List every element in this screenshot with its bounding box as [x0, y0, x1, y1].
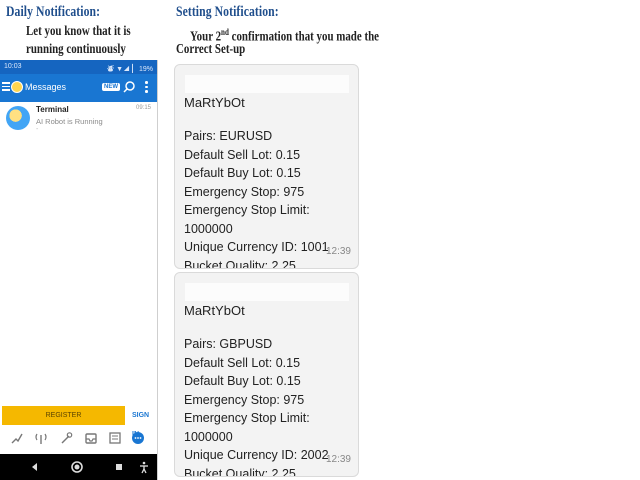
notification-header-blank [185, 75, 349, 93]
recents-icon[interactable] [112, 460, 126, 474]
phone-screenshot: 10:03 ⛇ ▼◢ ▏19% Messages NEW Terminal AI… [0, 60, 158, 480]
pairs-line: Pairs: EURUSD [184, 129, 273, 143]
setting-notification-heading: Setting Notification: [176, 4, 279, 20]
daily-notification-text-2: running continuously [26, 42, 126, 57]
sign-in-button[interactable]: SIGN IN [132, 406, 157, 438]
setting-notification-text-2: Correct Set-up [176, 42, 246, 57]
message-time: 09:15 [135, 105, 151, 111]
bucket-quality-line: Bucket Quality: 2.25 [184, 258, 296, 269]
app-bar: Messages NEW [0, 74, 157, 102]
news-icon[interactable] [108, 431, 122, 445]
emergency-stop-line: Emergency Stop: 975 [184, 392, 305, 407]
more-options-icon[interactable] [145, 81, 149, 95]
emergency-stop-line: Emergency Stop: 975 [184, 184, 305, 199]
buy-lot-line: Default Buy Lot: 0.15 [184, 374, 301, 388]
search-icon[interactable] [122, 80, 136, 94]
android-nav-bar [0, 454, 157, 480]
signal-icon[interactable] [34, 431, 48, 445]
bot-name: MaRtYbOt [184, 95, 245, 110]
accessibility-icon[interactable] [137, 460, 151, 474]
status-icons: ⛇ ▼◢ ▏19% [107, 66, 153, 73]
chart-icon[interactable] [10, 431, 24, 445]
chat-icon[interactable] [131, 431, 145, 445]
notification-time: 12:39 [325, 454, 351, 465]
wrench-icon[interactable] [59, 431, 73, 445]
buy-lot-line: Default Buy Lot: 0.15 [184, 166, 301, 180]
menu-icon[interactable] [2, 80, 10, 92]
notification-card: MaRtYbOt Pairs: EURUSD Default Sell Lot:… [174, 64, 359, 269]
avatar [6, 106, 30, 130]
bot-name: MaRtYbOt [184, 303, 245, 318]
new-message-button[interactable]: NEW [102, 83, 120, 91]
sell-lot-line: Default Sell Lot: 0.15 [184, 147, 301, 162]
sell-lot-line: Default Sell Lot: 0.15 [184, 355, 301, 370]
back-icon[interactable] [28, 460, 42, 474]
emergency-stop-limit-line: Emergency Stop Limit: 1000000 [184, 203, 310, 236]
inbox-icon[interactable] [84, 431, 98, 445]
message-sender: Terminal [36, 105, 69, 114]
notification-header-blank [185, 283, 349, 301]
daily-notification-heading: Daily Notification: [6, 4, 101, 20]
app-title: Messages [25, 82, 67, 92]
home-icon[interactable] [70, 460, 84, 474]
bottom-tab-bar [0, 427, 157, 451]
register-button[interactable]: REGISTER [2, 406, 125, 425]
pairs-line: Pairs: GBPUSD [184, 337, 273, 351]
notification-time: 12:39 [325, 246, 351, 257]
daily-notification-text-1: Let you know that it is [26, 24, 131, 39]
setting-text-sup: nd [221, 27, 229, 37]
message-extra: - [36, 126, 39, 133]
message-preview: AI Robot is Running [36, 117, 103, 126]
setting-text-suffix: confirmation that you made the [228, 29, 380, 45]
bucket-quality-line: Bucket Quality: 2.25 [184, 466, 296, 477]
emergency-stop-limit-line: Emergency Stop Limit: 1000000 [184, 411, 310, 444]
status-bar: 10:03 ⛇ ▼◢ ▏19% [0, 60, 157, 74]
message-list-item[interactable]: Terminal AI Robot is Running - 09:15 [0, 102, 157, 138]
app-logo-icon [11, 81, 23, 93]
notification-card: MaRtYbOt Pairs: GBPUSD Default Sell Lot:… [174, 272, 359, 477]
status-time: 10:03 [4, 63, 22, 70]
